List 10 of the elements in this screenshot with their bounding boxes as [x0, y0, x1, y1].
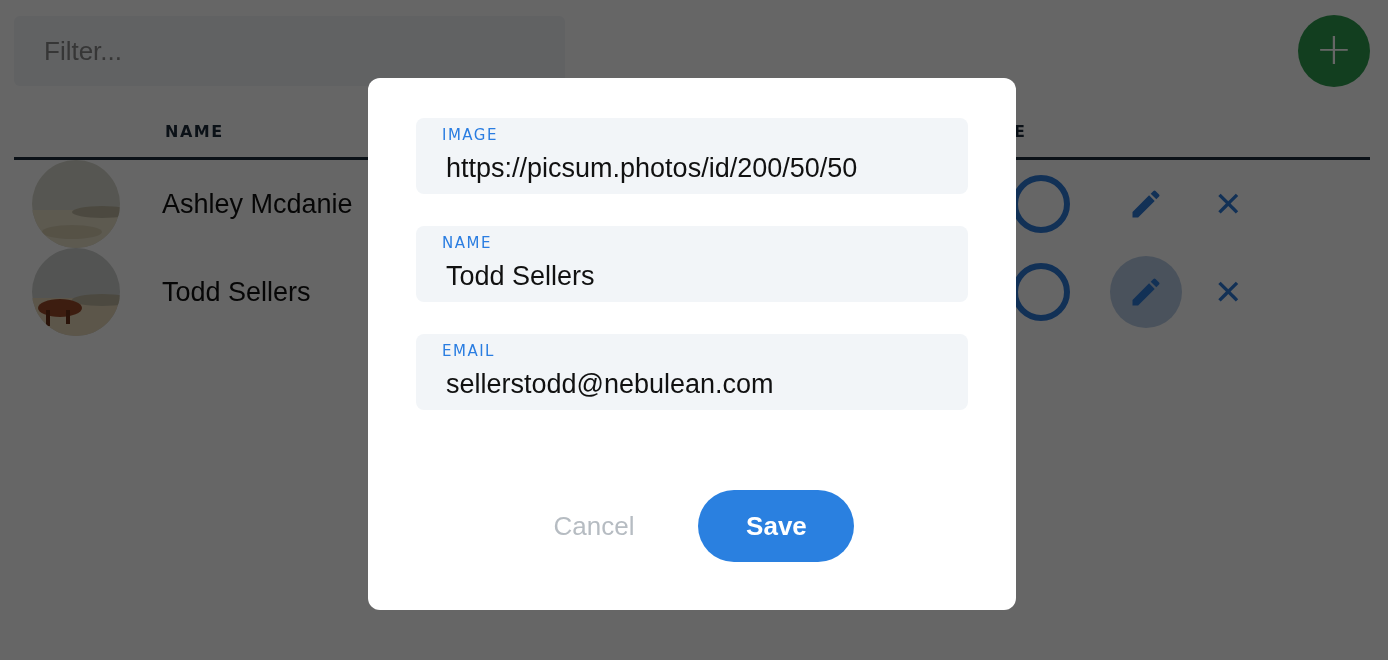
delete-button[interactable]: ✕	[1186, 187, 1252, 221]
save-button[interactable]: Save	[698, 490, 855, 562]
field-label: NAME	[442, 234, 492, 252]
add-button[interactable]: +	[1298, 15, 1370, 87]
person-name: Todd Sellers	[161, 276, 312, 308]
field-label: IMAGE	[442, 126, 498, 144]
column-header: NAME	[165, 121, 224, 141]
field-label: EMAIL	[442, 342, 495, 360]
delete-button[interactable]: ✕	[1186, 275, 1252, 309]
person-name: Ashley Mcdanie	[161, 188, 354, 220]
